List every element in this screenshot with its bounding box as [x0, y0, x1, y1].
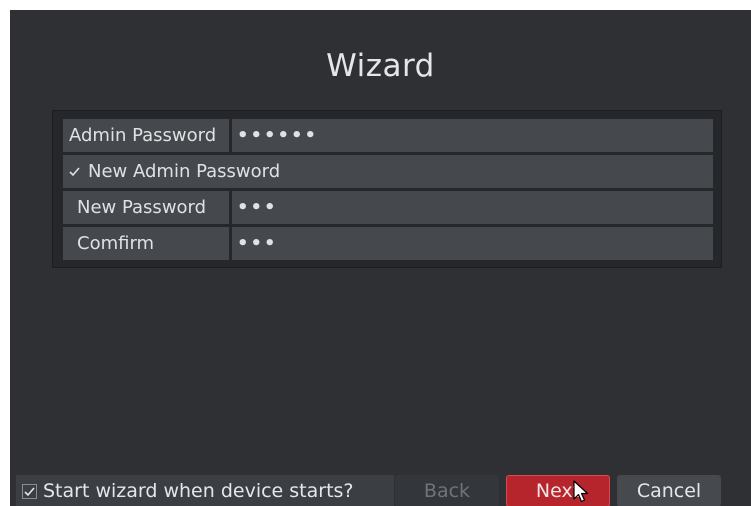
new-password-label: New Password [63, 191, 229, 224]
confirm-password-field[interactable]: ••• [232, 227, 713, 260]
new-password-row: New Password ••• [63, 191, 713, 224]
new-admin-password-checkbox[interactable]: New Admin Password [63, 155, 713, 188]
admin-password-label: Admin Password [63, 119, 229, 152]
back-button[interactable]: Back [395, 475, 499, 506]
wizard-window: Wizard Admin Password •••••• New Admin P… [10, 10, 751, 506]
cancel-button[interactable]: Cancel [617, 475, 721, 506]
new-password-field[interactable]: ••• [232, 191, 713, 224]
new-admin-password-label: New Admin Password [88, 161, 281, 182]
start-wizard-checkbox[interactable]: Start wizard when device starts? [16, 475, 394, 506]
confirm-password-row: Comfirm ••• [63, 227, 713, 260]
start-wizard-label: Start wizard when device starts? [43, 480, 354, 502]
page-title: Wizard [326, 48, 435, 84]
checkmark-icon [22, 483, 37, 499]
next-button[interactable]: Next [506, 475, 610, 506]
mouse-cursor-icon [572, 480, 592, 504]
admin-password-row: Admin Password •••••• [63, 119, 713, 152]
checkmark-icon [67, 164, 82, 179]
admin-password-field[interactable]: •••••• [232, 119, 713, 152]
confirm-password-label: Comfirm [63, 227, 229, 260]
password-form-panel: Admin Password •••••• New Admin Password… [52, 110, 722, 268]
